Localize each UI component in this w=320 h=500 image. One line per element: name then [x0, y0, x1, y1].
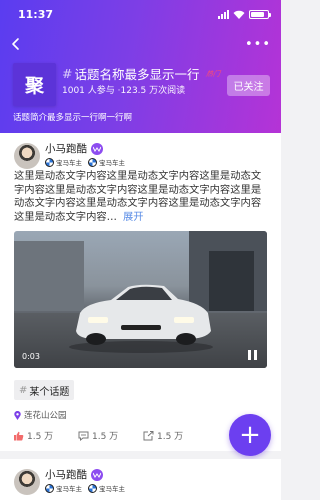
owner-badge: 宝马车主 — [88, 483, 125, 493]
post-author[interactable]: 小马跑酷 — [45, 467, 103, 482]
bmw-logo-icon — [88, 483, 97, 493]
bmw-logo-icon — [88, 157, 97, 167]
share-button[interactable]: 1.5 万 — [143, 429, 208, 442]
post-author[interactable]: 小马跑酷 — [45, 141, 103, 156]
username: 小马跑酷 — [45, 143, 87, 155]
vip-icon — [91, 142, 103, 155]
location-pin-icon — [14, 410, 21, 420]
topic-description: 话题简介最多显示一行啊一行啊 — [13, 113, 133, 123]
battery-icon — [249, 9, 271, 19]
comment-button[interactable]: 1.5 万 — [78, 429, 143, 442]
topic-title: # 话题名称最多显示一行 热门 — [62, 64, 220, 83]
like-count: 1.5 万 — [27, 432, 54, 442]
location[interactable]: 莲花山公园 — [14, 409, 67, 421]
expand-link[interactable]: 展开 — [123, 211, 144, 223]
hot-badge: 热门 — [204, 69, 221, 78]
comment-count: 1.5 万 — [92, 432, 119, 442]
pause-icon[interactable] — [248, 350, 257, 360]
owner-badges: 宝马车主 宝马车主 — [45, 157, 125, 167]
owner-badge: 宝马车主 — [45, 157, 82, 167]
hash-symbol: # — [62, 66, 73, 81]
topic-stats: 1001 人参与 ·123.5 万次阅读 — [62, 86, 186, 96]
location-label: 莲花山公园 — [24, 411, 67, 421]
owner-badge: 宝马车主 — [45, 483, 82, 493]
thumb-up-icon — [14, 431, 24, 440]
hash-symbol: # — [19, 384, 28, 396]
comment-icon — [78, 431, 89, 441]
owner-badges: 宝马车主 宝马车主 — [45, 483, 125, 493]
username: 小马跑酷 — [45, 469, 87, 481]
car-image — [69, 284, 213, 353]
signal-icon — [218, 9, 229, 19]
plus-icon: + — [239, 420, 261, 450]
share-icon — [143, 430, 154, 440]
more-icon[interactable]: ••• — [245, 38, 271, 51]
topic-logo: 聚 — [13, 63, 56, 106]
video-time: 0:03 — [22, 352, 40, 361]
vip-icon — [91, 468, 103, 481]
follow-button[interactable]: 已关注 — [227, 75, 270, 96]
back-icon[interactable] — [9, 36, 23, 52]
like-button[interactable]: 1.5 万 — [13, 429, 78, 442]
tag-label: 某个话题 — [29, 386, 70, 398]
share-count: 1.5 万 — [157, 432, 184, 442]
status-icons — [218, 9, 271, 19]
topic-title-text: 话题名称最多显示一行 — [74, 67, 200, 82]
status-bar: 11:37 — [0, 0, 281, 28]
post-card: 小马跑酷 宝马车主 宝马车主 这里是动态文字内容这里是动态文字内容这里是动态文字… — [0, 133, 281, 451]
add-post-button[interactable]: + — [229, 414, 271, 456]
avatar[interactable] — [14, 143, 40, 169]
owner-badge: 宝马车主 — [88, 157, 125, 167]
post-content: 这里是动态文字内容这里是动态文字内容这里是动态文字内容这里是动态文字内容这里是动… — [14, 170, 270, 224]
topic-tag[interactable]: # 某个话题 — [14, 380, 75, 400]
status-time: 11:37 — [18, 8, 54, 21]
wifi-icon — [233, 10, 245, 19]
post-actions: 1.5 万 1.5 万 1.5 万 — [13, 429, 208, 442]
bmw-logo-icon — [45, 157, 54, 167]
post-card: 小马跑酷 宝马车主 宝马车主 — [0, 459, 281, 500]
video-player[interactable]: 0:03 — [14, 231, 267, 368]
topic-header: 11:37 ••• 聚 # 话题名称最多显示一行 热门 1001 人参与 ·12… — [0, 0, 281, 133]
avatar[interactable] — [14, 469, 40, 495]
bmw-logo-icon — [45, 483, 54, 493]
